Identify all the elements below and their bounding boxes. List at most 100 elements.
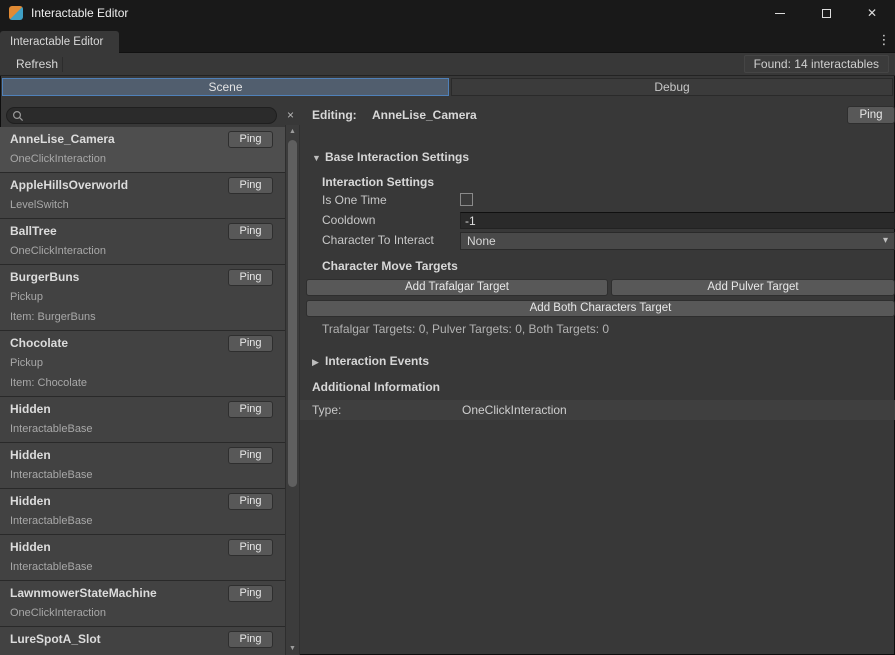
foldout-base-label: Base Interaction Settings [325, 150, 469, 164]
foldout-events-label: Interaction Events [325, 354, 429, 368]
list-scrollbar[interactable]: ▲ ▼ [285, 125, 300, 655]
clear-search-button[interactable]: × [283, 107, 298, 124]
toolbar: Refresh Found: 14 interactables [0, 53, 895, 76]
cooldown-input[interactable] [460, 212, 895, 229]
minimize-icon [775, 13, 785, 14]
interactable-list: AnneLise_CameraOneClickInteractionPingAp… [0, 127, 285, 655]
ping-button[interactable]: Ping [228, 539, 273, 556]
scroll-down-button[interactable]: ▼ [286, 642, 299, 655]
list-item-name: BurgerBuns [10, 270, 79, 284]
list-item-name: Hidden [10, 494, 51, 508]
type-row: Type: OneClickInteraction [300, 400, 895, 420]
list-item-subtext: InteractableBase [10, 423, 93, 435]
ping-button[interactable]: Ping [228, 177, 273, 194]
search-field [6, 107, 277, 124]
list-item[interactable]: Chocolate Pickup Item: Chocolate Ping [0, 331, 285, 397]
type-label: Type: [312, 403, 341, 417]
list-item[interactable]: BallTree OneClickInteraction Ping [0, 219, 285, 265]
character-to-interact-label: Character To Interact [322, 233, 434, 247]
maximize-icon [822, 9, 831, 18]
list-item-subtext: OneClickInteraction [10, 607, 106, 619]
targets-summary: Trafalgar Targets: 0, Pulver Targets: 0,… [322, 322, 609, 336]
scrollbar-thumb[interactable] [288, 140, 297, 487]
chevron-right-icon: ▶ [312, 357, 325, 368]
ping-button[interactable]: Ping [228, 131, 273, 148]
list-item[interactable]: Hidden InteractableBase Ping [0, 443, 285, 489]
list-item[interactable]: AnneLise_Camera OneClickInteraction Ping [0, 127, 285, 173]
search-icon [12, 110, 24, 122]
list-item-subtext: LevelSwitch [10, 199, 69, 211]
toolbar-separator [62, 57, 63, 72]
list-item-subtext: InteractableBase [10, 515, 93, 527]
chevron-down-icon: ▼ [312, 153, 325, 163]
close-icon: ✕ [867, 6, 877, 20]
editing-value: AnneLise_Camera [372, 108, 477, 122]
app-icon [9, 6, 23, 20]
interaction-settings-header: Interaction Settings [322, 175, 434, 189]
refresh-button[interactable]: Refresh [6, 55, 68, 73]
tab-debug[interactable]: Debug [451, 78, 893, 96]
character-move-targets-header: Character Move Targets [322, 259, 458, 273]
list-item[interactable]: AppleHillsOverworld LevelSwitch Ping [0, 173, 285, 219]
scroll-up-button[interactable]: ▲ [286, 125, 299, 138]
list-item[interactable]: BurgerBuns Pickup Item: BurgerBuns Ping [0, 265, 285, 331]
list-item[interactable]: Hidden InteractableBase Ping [0, 489, 285, 535]
window-controls: ✕ [757, 0, 895, 26]
list-item-subtext: OneClickInteraction [10, 153, 106, 165]
search-input[interactable] [27, 109, 271, 122]
add-trafalgar-target-button[interactable]: Add Trafalgar Target [306, 279, 608, 296]
close-button[interactable]: ✕ [849, 0, 895, 26]
add-both-characters-target-button[interactable]: Add Both Characters Target [306, 300, 895, 317]
additional-information-header: Additional Information [312, 380, 440, 394]
list-item-name: BallTree [10, 224, 57, 238]
list-item-name: AppleHillsOverworld [10, 178, 128, 192]
is-one-time-checkbox[interactable] [460, 193, 473, 206]
minimize-button[interactable] [757, 0, 803, 26]
add-pulver-target-button[interactable]: Add Pulver Target [611, 279, 895, 296]
list-item-subtext: Pickup [10, 291, 43, 303]
list-item-name: Hidden [10, 540, 51, 554]
ping-button[interactable]: Ping [228, 335, 273, 352]
cooldown-label: Cooldown [322, 213, 375, 227]
list-item-subtext: Pickup [10, 357, 43, 369]
ping-button-editor[interactable]: Ping [847, 106, 895, 124]
list-item[interactable]: LawnmowerStateMachine OneClickInteraction… [0, 581, 285, 627]
foldout-base-interaction-settings[interactable]: ▼Base Interaction Settings [312, 150, 469, 164]
list-item-subtext: Item: BurgerBuns [10, 311, 96, 323]
editing-label: Editing: [312, 108, 357, 122]
title-bar[interactable]: Interactable Editor ✕ [0, 0, 895, 26]
foldout-interaction-events[interactable]: ▶Interaction Events [312, 354, 429, 368]
list-item-name: Chocolate [10, 336, 68, 350]
found-count-label: Found: 14 interactables [744, 55, 889, 73]
list-item-name: LureSpotA_Slot [10, 632, 101, 646]
list-item-subtext: OneClickInteraction [10, 245, 106, 257]
ping-button[interactable]: Ping [228, 585, 273, 602]
list-item-name: Hidden [10, 448, 51, 462]
ping-button[interactable]: Ping [228, 493, 273, 510]
character-dropdown[interactable]: None ▾ [460, 232, 895, 250]
ping-button[interactable]: Ping [228, 223, 273, 240]
maximize-button[interactable] [803, 0, 849, 26]
list-item-subtext: Item: Chocolate [10, 377, 87, 389]
list-item-subtext: InteractableBase [10, 561, 93, 573]
ping-button[interactable]: Ping [228, 447, 273, 464]
list-item[interactable]: Hidden InteractableBase Ping [0, 397, 285, 443]
list-item-subtext: InteractableBase [10, 469, 93, 481]
more-options-icon[interactable]: ⋮ [876, 26, 892, 53]
list-item-name: Hidden [10, 402, 51, 416]
list-item-name: LawnmowerStateMachine [10, 586, 157, 600]
tab-scene[interactable]: Scene [2, 78, 449, 96]
ping-button[interactable]: Ping [228, 269, 273, 286]
ping-button[interactable]: Ping [228, 631, 273, 648]
window-title: Interactable Editor [31, 0, 128, 26]
editor-tab-strip: Interactable Editor ⋮ [0, 26, 895, 53]
ping-button[interactable]: Ping [228, 401, 273, 418]
list-item[interactable]: Hidden InteractableBase Ping [0, 535, 285, 581]
character-dropdown-value: None [467, 234, 496, 248]
dropdown-arrow-icon: ▾ [883, 233, 888, 249]
is-one-time-label: Is One Time [322, 193, 387, 207]
interactable-editor-window: Interactable Editor ✕ Interactable Edito… [0, 0, 895, 655]
list-item-name: AnneLise_Camera [10, 132, 115, 146]
tab-interactable-editor[interactable]: Interactable Editor [0, 31, 119, 53]
list-item[interactable]: LureSpotA_Slot Ping [0, 627, 285, 655]
